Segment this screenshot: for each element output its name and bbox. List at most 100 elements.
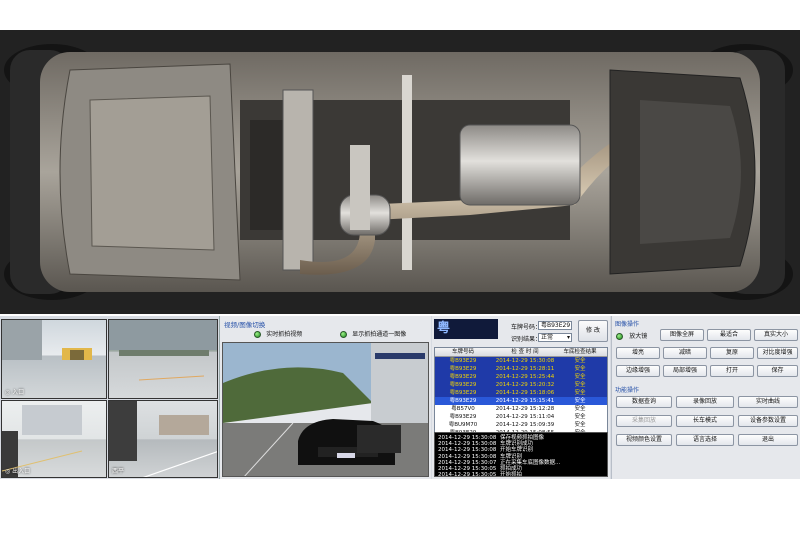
cell-result: 安全	[574, 374, 586, 380]
cell-plate: 粤B93E29	[449, 390, 477, 396]
magnifier-option[interactable]: 放大镜	[616, 331, 647, 340]
control-area: ◎ 入口 ◎ 出入口 西平 视频/图像切换 实时抓拍视频 显示抓拍通道一图像 粤…	[0, 316, 800, 479]
show-channel-label: 显示抓拍通道一图像	[352, 331, 407, 338]
device-settings-button[interactable]: 设备参数设置	[738, 415, 798, 427]
table-row[interactable]: 粤BU9M70 2014-12-29 15:09:39 安全	[435, 421, 607, 429]
fullscreen-button[interactable]: 图像全屏	[660, 329, 704, 341]
camera-4-label: 西平	[112, 468, 125, 475]
column-header-result[interactable]: 车底检查结果	[559, 348, 601, 356]
show-channel-radio-icon[interactable]	[340, 330, 347, 338]
darken-button[interactable]: 减暗	[663, 347, 707, 359]
actual-size-button[interactable]: 真实大小	[754, 329, 798, 341]
modify-button[interactable]: 修 改	[578, 320, 608, 342]
video-switch-panel: 视频/图像切换 实时抓拍视频 显示抓拍通道一图像	[219, 316, 431, 479]
live-video-label: 实时抓拍视频	[266, 331, 303, 338]
cell-time: 2014-12-29 15:18:06	[495, 390, 555, 396]
cell-result: 安全	[574, 366, 586, 372]
contrast-button[interactable]: 对比度增强	[757, 347, 798, 359]
cell-result: 安全	[574, 390, 586, 396]
table-row[interactable]: 粤B93E29 2014-12-29 15:25:44 安全	[435, 373, 607, 381]
camera-1-label: ◎ 入口	[5, 389, 25, 396]
plate-number-label: 车牌号码：	[511, 324, 542, 331]
cell-time: 2014-12-29 15:25:44	[495, 374, 555, 380]
camera-4-scene	[109, 401, 217, 477]
cell-time: 2014-12-29 15:30:08	[495, 358, 555, 364]
live-video-option[interactable]: 实时抓拍视频	[254, 329, 302, 338]
camera-2-scene	[109, 320, 217, 381]
records-table: 车牌号码 检 查 时 间 车底检查结果 粤B93E29 2014-12-29 15…	[434, 347, 608, 445]
camera-feed-1[interactable]: ◎ 入口	[1, 319, 107, 399]
event-log: 2014-12-29 15:30:08 保存视频抓拍图像 2014-12-29 15…	[434, 432, 608, 477]
save-button[interactable]: 保存	[757, 365, 798, 377]
table-header: 车牌号码 检 查 时 间 车底检查结果	[435, 348, 607, 357]
table-row[interactable]: 粤B93E29 2014-12-29 15:18:06 安全	[435, 389, 607, 397]
cell-plate: 粤B93E29	[449, 366, 477, 372]
exit-button[interactable]: 退出	[738, 434, 798, 446]
result-select[interactable]: 正常 ▾	[538, 333, 572, 342]
data-query-button[interactable]: 数据查询	[616, 396, 672, 408]
main-video-view[interactable]	[222, 342, 429, 477]
language-select-button[interactable]: 语言选择	[676, 434, 734, 446]
result-value: 正常	[541, 334, 554, 341]
log-entry: 2014-12-29 15:30:05 开始抓拍	[438, 472, 604, 477]
table-row[interactable]: 粤B57V0 2014-12-29 15:12:28 安全	[435, 405, 607, 413]
cell-plate: 粤B93E29	[449, 414, 477, 420]
cell-result: 安全	[574, 414, 586, 420]
camera-feed-3[interactable]: ◎ 出入口	[1, 400, 107, 478]
cell-plate: 粤B93E29	[449, 374, 477, 380]
cell-time: 2014-12-29 15:15:41	[495, 398, 555, 404]
long-vehicle-mode-button[interactable]: 长车模式	[676, 415, 734, 427]
plate-number-field[interactable]: 粤B93E29	[538, 321, 572, 330]
table-row[interactable]: 粤B93E29 2014-12-29 15:20:32 安全	[435, 381, 607, 389]
camera-feed-2[interactable]	[108, 319, 218, 399]
restore-button[interactable]: 复原	[710, 347, 754, 359]
show-channel-option[interactable]: 显示抓拍通道一图像	[340, 329, 406, 338]
func-ops-title: 功能操作	[615, 387, 640, 394]
column-header-time[interactable]: 检 查 时 间	[491, 348, 559, 356]
camera-feed-4[interactable]: 西平	[108, 400, 218, 478]
app-window: ◎ 入口 ◎ 出入口 西平 视频/图像切换 实时抓拍视频 显示抓拍通道一图像 粤…	[0, 0, 800, 533]
log-time: 2014-12-29 15:30:05	[438, 472, 497, 477]
best-fit-button[interactable]: 最适合	[707, 329, 751, 341]
live-video-radio-icon[interactable]	[254, 330, 261, 338]
cell-result: 安全	[574, 382, 586, 388]
table-row[interactable]: 粤B93E29 2014-12-29 15:28:11 安全	[435, 365, 607, 373]
table-row[interactable]: 粤B93E29 2014-12-29 15:15:41 安全	[435, 397, 607, 405]
capture-playback-button[interactable]: 采集回放	[616, 415, 672, 427]
undercarriage-scan-image	[0, 30, 800, 314]
cell-plate: 粤B93E29	[449, 358, 477, 364]
video-color-settings-button[interactable]: 视频颜色设置	[616, 434, 672, 446]
log-message: 开始抓拍	[500, 472, 523, 477]
cell-result: 安全	[574, 422, 586, 428]
open-button[interactable]: 打开	[710, 365, 754, 377]
edge-enhance-button[interactable]: 边缘增强	[616, 365, 660, 377]
cell-plate: 粤B57V0	[451, 406, 475, 412]
main-video-scene	[223, 343, 428, 476]
video-playback-button[interactable]: 录像回放	[676, 396, 734, 408]
cell-plate: 粤B93E29	[449, 398, 477, 404]
cell-time: 2014-12-29 15:11:04	[495, 414, 555, 420]
cell-time: 2014-12-29 15:09:39	[495, 422, 555, 428]
cell-result: 安全	[574, 398, 586, 404]
undercarriage-illustration	[0, 30, 800, 314]
column-header-plate[interactable]: 车牌号码	[435, 348, 491, 356]
cell-plate: 粤B93E29	[449, 382, 477, 388]
chevron-down-icon: ▾	[566, 334, 570, 341]
cell-time: 2014-12-29 15:28:11	[495, 366, 555, 372]
cell-result: 安全	[574, 406, 586, 412]
realtime-curve-button[interactable]: 实时曲线	[738, 396, 798, 408]
video-panel-title: 视频/图像切换	[224, 321, 266, 329]
table-row[interactable]: 粤B93E29 2014-12-29 15:30:08 安全	[435, 357, 607, 365]
cell-time: 2014-12-29 15:20:32	[495, 382, 555, 388]
records-panel: 粤B458A7 车牌号码： 粤B93E29 识别结果： 正常 ▾ 修 改 车牌号…	[432, 316, 610, 479]
control-panel: 图像操作 放大镜 图像全屏 最适合 真实大小 增亮 减暗 复原 对比度增强 边缘…	[611, 316, 800, 479]
cell-plate: 粤BU9M70	[448, 422, 478, 428]
result-label: 识别结果：	[511, 336, 542, 343]
table-row[interactable]: 粤B93E29 2014-12-29 15:11:04 安全	[435, 413, 607, 421]
cell-time: 2014-12-29 15:12:28	[495, 406, 555, 412]
camera-3-label: ◎ 出入口	[5, 468, 31, 475]
brighten-button[interactable]: 增亮	[616, 347, 660, 359]
plate-display: 粤B458A7	[434, 319, 498, 339]
local-enhance-button[interactable]: 局部增强	[663, 365, 707, 377]
magnifier-radio-icon[interactable]	[616, 332, 623, 340]
